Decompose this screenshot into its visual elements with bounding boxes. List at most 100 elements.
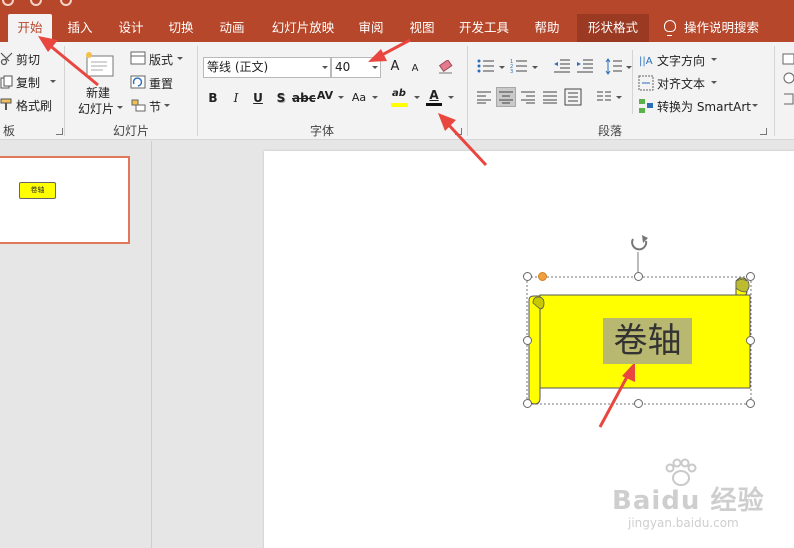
- columns-icon[interactable]: [596, 90, 612, 104]
- watermark-logo: Baidu 经验: [612, 486, 765, 516]
- tab-shape-format[interactable]: 形状格式: [577, 14, 649, 42]
- shadow-button[interactable]: S: [271, 88, 291, 108]
- chevron-down-icon[interactable]: [532, 66, 538, 69]
- highlight-color-swatch: [391, 103, 408, 107]
- reset-icon: [130, 75, 146, 89]
- cut-button[interactable]: 剪切: [16, 51, 40, 68]
- qat-icon[interactable]: [2, 0, 14, 6]
- font-launcher-icon[interactable]: [455, 128, 462, 135]
- qat-icon[interactable]: [60, 0, 72, 6]
- tab-animations[interactable]: 动画: [210, 14, 254, 42]
- align-center-button[interactable]: [496, 87, 516, 107]
- chevron-down-icon[interactable]: [372, 66, 378, 69]
- tab-slideshow[interactable]: 幻灯片放映: [262, 14, 344, 42]
- resize-handle[interactable]: [746, 336, 755, 345]
- chevron-down-icon[interactable]: [177, 57, 183, 60]
- smartart-icon: [639, 99, 653, 113]
- decrease-indent-icon[interactable]: [553, 58, 571, 74]
- italic-button[interactable]: I: [226, 88, 246, 108]
- highlight-button[interactable]: ab: [389, 84, 409, 104]
- resize-handle[interactable]: [634, 399, 643, 408]
- font-color-swatch: [426, 103, 442, 106]
- font-name-combo[interactable]: 等线 (正文): [203, 57, 331, 78]
- strikethrough-button[interactable]: abc: [292, 88, 316, 108]
- distributed-icon[interactable]: [564, 88, 582, 106]
- resize-handle[interactable]: [523, 336, 532, 345]
- adjust-handle[interactable]: [538, 272, 547, 281]
- clear-formatting-icon[interactable]: [438, 60, 454, 74]
- tab-home[interactable]: 开始: [8, 14, 52, 42]
- chevron-down-icon[interactable]: [752, 104, 758, 107]
- group-divider: [467, 46, 468, 136]
- tab-transitions[interactable]: 切换: [159, 14, 203, 42]
- chevron-down-icon[interactable]: [414, 96, 420, 99]
- grow-font-button[interactable]: A: [385, 57, 405, 77]
- group-divider: [197, 46, 198, 136]
- resize-handle[interactable]: [634, 272, 643, 281]
- reset-button[interactable]: 重置: [149, 75, 173, 92]
- copy-button[interactable]: 复制: [16, 74, 40, 91]
- layout-button[interactable]: 版式: [149, 51, 173, 68]
- new-slide-label-2[interactable]: 幻灯片: [78, 100, 114, 117]
- thumbnail-pane[interactable]: 卷轴: [0, 141, 152, 548]
- svg-text:||A: ||A: [639, 56, 653, 67]
- chevron-down-icon[interactable]: [338, 96, 344, 99]
- chevron-down-icon[interactable]: [372, 96, 378, 99]
- bold-button[interactable]: B: [203, 88, 223, 108]
- group-divider: [632, 50, 633, 114]
- font-size-combo[interactable]: 40: [331, 57, 381, 78]
- align-text-icon: [638, 75, 654, 91]
- chevron-down-icon[interactable]: [322, 66, 328, 69]
- chevron-down-icon[interactable]: [711, 58, 717, 61]
- clipboard-launcher-icon[interactable]: [56, 128, 63, 135]
- char-spacing-button[interactable]: AV: [314, 86, 336, 106]
- shrink-font-button[interactable]: A: [405, 59, 425, 79]
- font-color-button[interactable]: A: [424, 85, 444, 105]
- chevron-down-icon[interactable]: [616, 96, 622, 99]
- chevron-down-icon[interactable]: [50, 80, 56, 83]
- shapes-gallery-icon[interactable]: [782, 50, 794, 110]
- tab-design[interactable]: 设计: [109, 14, 153, 42]
- slide-thumbnail[interactable]: 卷轴: [0, 156, 130, 244]
- format-painter-button[interactable]: 格式刷: [16, 97, 52, 114]
- section-button[interactable]: 节: [149, 98, 161, 115]
- resize-handle[interactable]: [523, 399, 532, 408]
- new-slide-icon: [86, 52, 114, 77]
- shape-text[interactable]: 卷轴: [603, 318, 692, 364]
- chevron-down-icon[interactable]: [499, 66, 505, 69]
- tell-me-search[interactable]: 操作说明搜索: [684, 14, 774, 42]
- chevron-down-icon[interactable]: [448, 96, 454, 99]
- tab-insert[interactable]: 插入: [58, 14, 102, 42]
- align-right-icon[interactable]: [520, 90, 536, 104]
- qat-icon[interactable]: [30, 0, 42, 6]
- tab-view[interactable]: 视图: [400, 14, 444, 42]
- paragraph-launcher-icon[interactable]: [760, 128, 767, 135]
- section-icon: [131, 99, 146, 112]
- convert-smartart-button[interactable]: 转换为 SmartArt: [657, 98, 751, 115]
- chevron-down-icon[interactable]: [711, 81, 717, 84]
- justify-icon[interactable]: [542, 90, 558, 104]
- resize-handle[interactable]: [523, 272, 532, 281]
- chevron-down-icon[interactable]: [117, 106, 123, 109]
- text-direction-button[interactable]: 文字方向: [657, 52, 705, 69]
- scissors-icon: [0, 52, 13, 66]
- slides-group-label: 幻灯片: [112, 124, 149, 138]
- lightbulb-icon: [664, 20, 676, 36]
- tab-help[interactable]: 帮助: [525, 14, 569, 42]
- tab-review[interactable]: 审阅: [349, 14, 393, 42]
- tab-developer[interactable]: 开发工具: [451, 14, 517, 42]
- paragraph-group-label: 段落: [597, 124, 622, 138]
- align-center-icon: [499, 91, 513, 104]
- increase-indent-icon[interactable]: [576, 58, 594, 74]
- numbering-icon[interactable]: 1 2 3: [510, 58, 528, 74]
- align-text-button[interactable]: 对齐文本: [657, 75, 705, 92]
- resize-handle[interactable]: [746, 399, 755, 408]
- resize-handle[interactable]: [746, 272, 755, 281]
- bullets-icon[interactable]: [477, 58, 495, 74]
- change-case-button[interactable]: Aa: [348, 88, 370, 108]
- new-slide-label-1[interactable]: 新建: [86, 84, 110, 101]
- line-spacing-icon[interactable]: [605, 58, 623, 76]
- underline-button[interactable]: U: [248, 88, 268, 108]
- chevron-down-icon[interactable]: [164, 104, 170, 107]
- align-left-icon[interactable]: [476, 90, 492, 104]
